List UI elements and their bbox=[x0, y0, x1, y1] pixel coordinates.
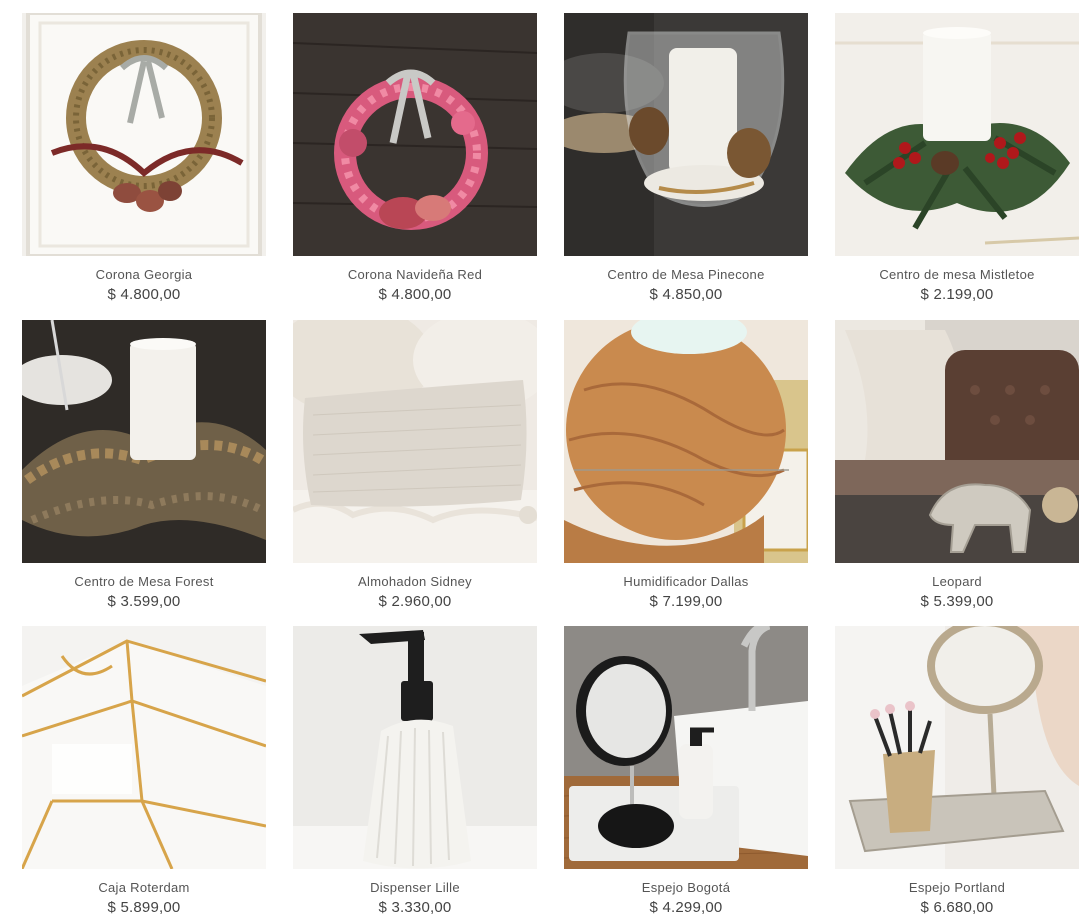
product-card[interactable]: Espejo Portland $ 6.680,00 bbox=[835, 626, 1079, 917]
product-name[interactable]: Dispenser Lille bbox=[293, 880, 537, 896]
product-card[interactable]: Almohadon Sidney $ 2.960,00 bbox=[293, 320, 537, 611]
cushion-image bbox=[293, 320, 537, 563]
gold-glass-box-image bbox=[22, 626, 266, 869]
product-card[interactable]: Espejo Bogotá $ 4.299,00 bbox=[564, 626, 808, 917]
product-card[interactable]: Corona Georgia $ 4.800,00 bbox=[22, 13, 266, 304]
product-name[interactable]: Corona Navideña Red bbox=[293, 267, 537, 283]
wreath-dried-flowers-image bbox=[22, 13, 266, 256]
product-name[interactable]: Caja Roterdam bbox=[22, 880, 266, 896]
product-name[interactable]: Leopard bbox=[835, 574, 1079, 590]
silver-mirror-image bbox=[835, 626, 1079, 869]
product-price: $ 3.330,00 bbox=[378, 899, 452, 916]
product-price: $ 5.399,00 bbox=[920, 593, 994, 610]
product-name[interactable]: Almohadon Sidney bbox=[293, 574, 537, 590]
product-price: $ 7.199,00 bbox=[649, 593, 723, 610]
candle-mistletoe-image bbox=[835, 13, 1079, 256]
product-card[interactable]: Humidificador Dallas $ 7.199,00 bbox=[564, 320, 808, 611]
candle-forest-wreath-image bbox=[22, 320, 266, 563]
product-name[interactable]: Humidificador Dallas bbox=[564, 574, 808, 590]
product-name[interactable]: Centro de Mesa Forest bbox=[22, 574, 266, 590]
product-price: $ 4.800,00 bbox=[378, 286, 452, 303]
product-image[interactable] bbox=[564, 320, 808, 563]
product-image[interactable] bbox=[835, 13, 1079, 256]
product-image[interactable] bbox=[293, 626, 537, 869]
product-price: $ 4.800,00 bbox=[107, 286, 181, 303]
product-image[interactable] bbox=[22, 320, 266, 563]
product-card[interactable]: Corona Navideña Red $ 4.800,00 bbox=[293, 13, 537, 304]
black-mirror-image bbox=[564, 626, 808, 869]
product-name[interactable]: Espejo Portland bbox=[835, 880, 1079, 896]
product-image[interactable] bbox=[22, 626, 266, 869]
product-card[interactable]: Centro de Mesa Pinecone $ 4.850,00 bbox=[564, 13, 808, 304]
silver-leopard-image bbox=[835, 320, 1079, 563]
product-price: $ 5.899,00 bbox=[107, 899, 181, 916]
product-card[interactable]: Centro de mesa Mistletoe $ 2.199,00 bbox=[835, 13, 1079, 304]
product-image[interactable] bbox=[835, 626, 1079, 869]
product-name[interactable]: Corona Georgia bbox=[22, 267, 266, 283]
product-image[interactable] bbox=[293, 13, 537, 256]
product-name[interactable]: Centro de Mesa Pinecone bbox=[564, 267, 808, 283]
product-price: $ 4.850,00 bbox=[649, 286, 723, 303]
product-image[interactable] bbox=[564, 13, 808, 256]
glass-candle-pinecone-image bbox=[564, 13, 808, 256]
product-price: $ 2.199,00 bbox=[920, 286, 994, 303]
product-image[interactable] bbox=[22, 13, 266, 256]
product-card[interactable]: Caja Roterdam $ 5.899,00 bbox=[22, 626, 266, 917]
product-image[interactable] bbox=[564, 626, 808, 869]
product-price: $ 4.299,00 bbox=[649, 899, 723, 916]
product-name[interactable]: Centro de mesa Mistletoe bbox=[835, 267, 1079, 283]
product-card[interactable]: Centro de Mesa Forest $ 3.599,00 bbox=[22, 320, 266, 611]
product-price: $ 2.960,00 bbox=[378, 593, 452, 610]
product-price: $ 6.680,00 bbox=[920, 899, 994, 916]
product-image[interactable] bbox=[293, 320, 537, 563]
product-grid: Corona Georgia $ 4.800,00 Corona Navideñ… bbox=[0, 0, 1088, 922]
wreath-pink-flowers-image bbox=[293, 13, 537, 256]
soap-dispenser-image bbox=[293, 626, 537, 869]
wood-humidifier-image bbox=[564, 320, 808, 563]
product-image[interactable] bbox=[835, 320, 1079, 563]
product-card[interactable]: Leopard $ 5.399,00 bbox=[835, 320, 1079, 611]
product-price: $ 3.599,00 bbox=[107, 593, 181, 610]
product-name[interactable]: Espejo Bogotá bbox=[564, 880, 808, 896]
product-card[interactable]: Dispenser Lille $ 3.330,00 bbox=[293, 626, 537, 917]
